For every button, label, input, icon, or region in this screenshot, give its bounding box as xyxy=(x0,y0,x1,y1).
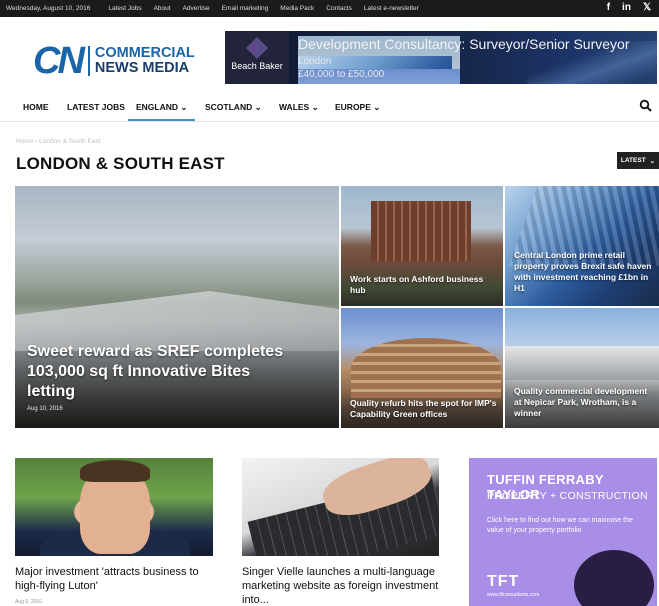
ad-subheadline: PROPERTY + CONSTRUCTION xyxy=(487,490,648,502)
nav-europe[interactable]: EUROPE ⌄ xyxy=(335,102,380,113)
main-nav: HOME LATEST JOBS ENGLAND ⌄ SCOTLAND ⌄ WA… xyxy=(0,96,659,122)
job-banner-ad[interactable]: Beach Baker Development Consultancy: Sur… xyxy=(225,31,657,84)
featured-main-article[interactable]: Sweet reward as SREF completes 103,000 s… xyxy=(15,186,339,428)
top-link-latest-jobs[interactable]: Latest Jobs xyxy=(108,5,141,12)
logo-line-1: COMMERCIAL xyxy=(94,44,195,61)
tft-logo: TFT xyxy=(487,573,520,590)
social-links: f in 𝕏 xyxy=(607,2,651,13)
top-links: Latest Jobs About Advertise Email market… xyxy=(108,5,419,12)
linkedin-icon[interactable]: in xyxy=(622,2,631,13)
logo-mark: CN xyxy=(33,40,85,82)
top-link-advertise[interactable]: Advertise xyxy=(183,5,210,12)
office-image-detail xyxy=(351,338,501,398)
facebook-icon[interactable]: f xyxy=(607,2,610,13)
ad-decoration xyxy=(574,550,654,606)
banner-brand-box: Beach Baker xyxy=(225,31,289,84)
nav-scotland[interactable]: SCOTLAND ⌄ xyxy=(205,102,262,113)
nav-home[interactable]: HOME xyxy=(23,102,49,112)
chevron-down-icon: ⌄ xyxy=(649,157,656,165)
ad-body-text: Click here to find out how we can maximi… xyxy=(487,517,633,534)
banner-salary: £40,000 to £50,000 xyxy=(298,69,460,84)
featured-tile-title[interactable]: Quality refurb hits the spot for IMP's C… xyxy=(350,398,500,420)
sort-label: LATEST xyxy=(620,157,646,164)
nav-england[interactable]: ENGLAND ⌄ xyxy=(136,102,188,113)
commercial-unit-image-detail xyxy=(505,346,659,380)
search-icon[interactable] xyxy=(639,99,653,113)
portrait-hair xyxy=(80,460,150,482)
article-date: Aug 9, 2016 xyxy=(15,599,42,605)
sort-dropdown[interactable]: LATEST ⌄ xyxy=(617,152,659,169)
current-date: Wednesday, August 10, 2016 xyxy=(6,5,91,12)
featured-tile-1[interactable]: Work starts on Ashford business hub xyxy=(341,186,503,306)
featured-tile-2[interactable]: Central London prime retail property pro… xyxy=(505,186,659,306)
top-link-media-pack[interactable]: Media Pack xyxy=(280,5,314,12)
logo-divider xyxy=(87,46,90,76)
article-thumbnail[interactable] xyxy=(242,458,439,556)
featured-tile-title[interactable]: Central London prime retail property pro… xyxy=(514,250,656,294)
top-bar: Wednesday, August 10, 2016 Latest Jobs A… xyxy=(0,0,659,17)
twitter-icon[interactable]: 𝕏 xyxy=(643,2,651,13)
logo-line-2: NEWS MEDIA xyxy=(94,60,190,76)
featured-main-date: Aug 10, 2016 xyxy=(27,406,63,412)
featured-tile-title[interactable]: Work starts on Ashford business hub xyxy=(350,274,498,296)
featured-tile-title[interactable]: Quality commercial development at Nepica… xyxy=(514,386,656,419)
beach-baker-logo-icon xyxy=(246,37,268,59)
top-link-email-marketing[interactable]: Email marketing xyxy=(222,5,269,12)
article-title[interactable]: Major investment 'attracts business to h… xyxy=(15,565,215,593)
top-link-contacts[interactable]: Contacts xyxy=(326,5,352,12)
featured-tile-3[interactable]: Quality refurb hits the spot for IMP's C… xyxy=(341,308,503,428)
ad-url: www.tftconsultants.com xyxy=(487,592,540,598)
site-logo[interactable]: CN COMMERCIAL NEWS MEDIA xyxy=(33,42,195,80)
article-title[interactable]: Singer Vielle launches a multi-language … xyxy=(242,565,442,606)
nav-active-indicator xyxy=(128,119,195,121)
nav-latest-jobs[interactable]: LATEST JOBS xyxy=(67,102,125,112)
featured-main-title[interactable]: Sweet reward as SREF completes 103,000 s… xyxy=(27,342,297,402)
top-link-e-newsletter[interactable]: Latest e-newsletter xyxy=(364,5,419,12)
article-thumbnail[interactable] xyxy=(15,458,213,556)
tft-side-ad[interactable]: TUFFIN FERRABY TAYLOR PROPERTY + CONSTRU… xyxy=(469,458,657,606)
top-link-about[interactable]: About xyxy=(154,5,171,12)
breadcrumb[interactable]: Home › London & South East xyxy=(16,138,101,145)
banner-brand-name: Beach Baker xyxy=(231,61,283,71)
featured-tile-4[interactable]: Quality commercial development at Nepica… xyxy=(505,308,659,428)
building-image-detail xyxy=(371,201,471,261)
page-title: LONDON & SOUTH EAST xyxy=(16,154,225,173)
logo-wordmark: COMMERCIAL NEWS MEDIA xyxy=(94,44,195,76)
nav-wales[interactable]: WALES ⌄ xyxy=(279,102,319,113)
